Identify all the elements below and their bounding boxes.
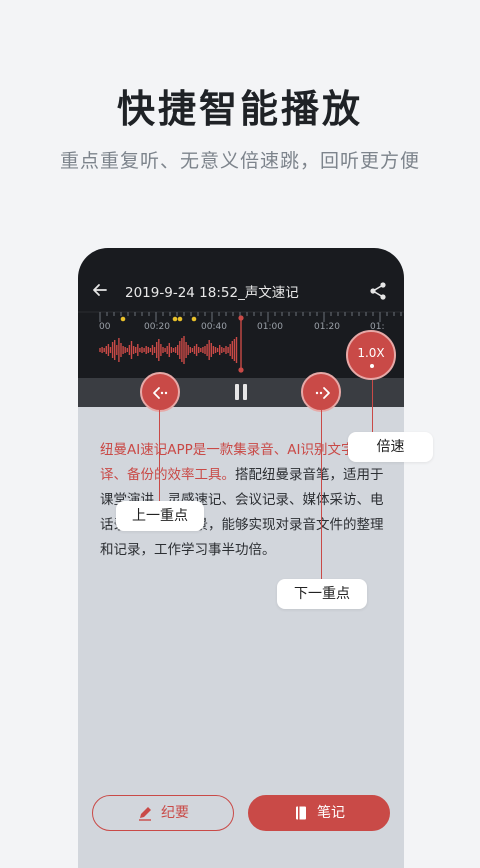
pen-icon — [139, 807, 151, 821]
timeline-label: 00:20 — [144, 322, 170, 332]
speed-button[interactable]: 1.0X — [346, 330, 396, 380]
notes-label: 笔记 — [317, 805, 345, 821]
headline: 快捷智能播放 — [116, 87, 363, 131]
speed-callout-line — [372, 380, 373, 432]
next-keypoint-button[interactable] — [301, 372, 341, 412]
next-keypoint-icon — [315, 387, 330, 399]
prev-callout-line — [159, 410, 160, 508]
prev-keypoint-tooltip: 上一重点 — [116, 501, 204, 531]
timeline-label: 01:20 — [314, 322, 340, 332]
keypoint-marker — [191, 316, 197, 322]
keypoint-marker — [177, 316, 183, 322]
keypoint-marker — [172, 316, 178, 322]
next-keypoint-tooltip: 下一重点 — [277, 579, 367, 609]
notes-button[interactable]: 笔记 — [248, 795, 390, 831]
phone-frame: 2019-9-24 18:52_声文速记 00 00:20 00:40 01:0… — [78, 248, 404, 868]
summary-button[interactable]: 纪要 — [92, 795, 234, 831]
speed-tooltip: 倍速 — [348, 432, 433, 462]
keypoint-markers — [120, 316, 197, 322]
keypoint-marker — [120, 316, 126, 322]
summary-label: 纪要 — [161, 805, 189, 821]
audio-waveform — [99, 336, 238, 364]
pause-icon — [235, 384, 239, 400]
timeline-label: 00 — [99, 322, 111, 332]
prev-keypoint-button[interactable] — [140, 372, 180, 412]
prev-keypoint-icon — [153, 387, 168, 399]
next-callout-line — [321, 410, 322, 580]
subheadline: 重点重复听、无意义倍速跳，回听更方便 — [59, 150, 420, 172]
speed-value: 1.0X — [357, 346, 385, 360]
pause-button[interactable] — [233, 384, 249, 402]
book-icon — [296, 806, 306, 820]
timeline-label: 00:40 — [201, 322, 227, 332]
timeline-label: 01:00 — [257, 322, 283, 332]
